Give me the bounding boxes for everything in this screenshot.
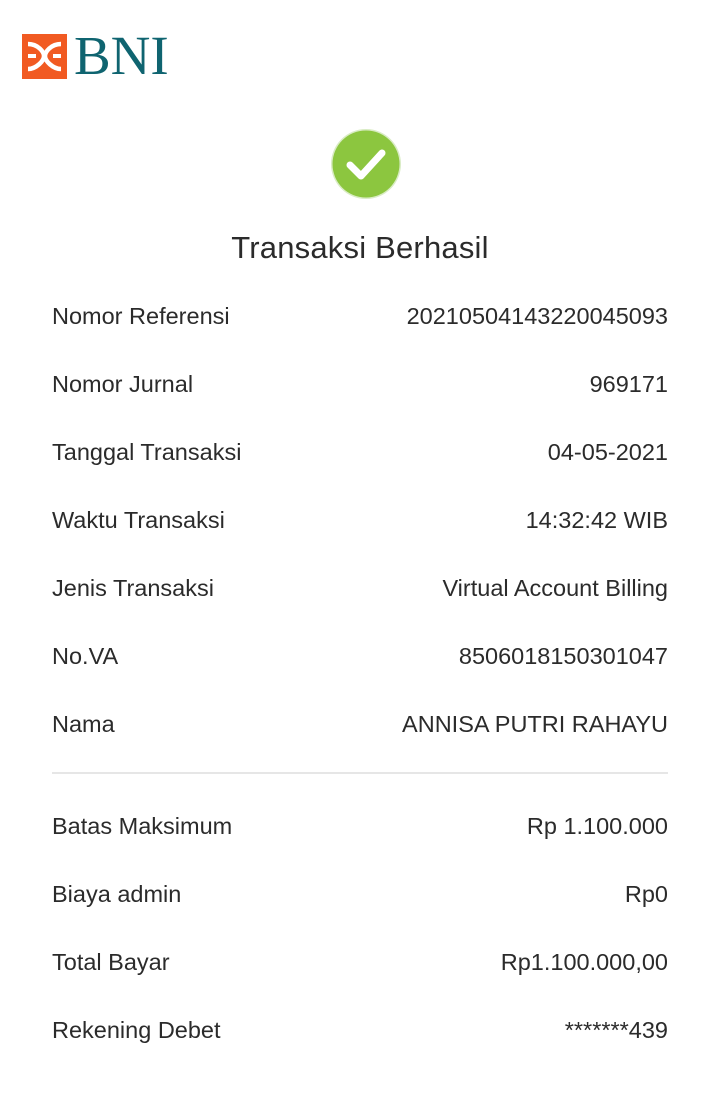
detail-row-journal-number: Nomor Jurnal 969171 <box>52 364 668 404</box>
payment-value: Rp 1.100.000 <box>526 812 668 839</box>
detail-value: Virtual Account Billing <box>442 574 668 601</box>
detail-label: Nama <box>52 710 115 737</box>
detail-value: 20210504143220045093 <box>406 302 668 329</box>
detail-value: 969171 <box>589 370 668 397</box>
payment-label: Rekening Debet <box>52 1016 221 1043</box>
section-divider <box>52 772 668 774</box>
detail-row-reference-number: Nomor Referensi 20210504143220045093 <box>52 296 668 336</box>
detail-label: Nomor Referensi <box>52 302 230 329</box>
check-circle-icon <box>331 129 401 199</box>
detail-row-transaction-type: Jenis Transaksi Virtual Account Billing <box>52 568 668 608</box>
page-title: Transaksi Berhasil <box>231 230 489 265</box>
detail-row-name: Nama ANNISA PUTRI RAHAYU <box>52 704 668 744</box>
payment-row-admin-fee: Biaya admin Rp0 <box>52 874 668 914</box>
payment-row-max-limit: Batas Maksimum Rp 1.100.000 <box>52 806 668 846</box>
payment-value: Rp0 <box>624 880 668 907</box>
payment-label: Total Bayar <box>52 948 170 975</box>
detail-row-va-number: No.VA 8506018150301047 <box>52 636 668 676</box>
detail-label: Waktu Transaksi <box>52 506 225 533</box>
detail-label: Nomor Jurnal <box>52 370 194 397</box>
payment-label: Biaya admin <box>52 880 182 907</box>
bni-logo: BNI <box>22 25 169 86</box>
bni-logo-mark-icon <box>22 33 67 79</box>
detail-row-transaction-time: Waktu Transaksi 14:32:42 WIB <box>52 500 668 540</box>
detail-value: 8506018150301047 <box>458 642 668 669</box>
detail-value: 14:32:42 WIB <box>525 506 668 533</box>
payment-row-total: Total Bayar Rp1.100.000,00 <box>52 942 668 982</box>
detail-value: 04-05-2021 <box>547 438 668 465</box>
bni-logo-text: BNI <box>74 25 169 86</box>
detail-label: No.VA <box>52 642 119 669</box>
detail-label: Tanggal Transaksi <box>52 438 242 465</box>
detail-label: Jenis Transaksi <box>52 574 214 601</box>
detail-value: ANNISA PUTRI RAHAYU <box>402 710 668 737</box>
payment-row-debit-account: Rekening Debet *******439 <box>52 1010 668 1050</box>
payment-value: *******439 <box>564 1016 668 1043</box>
detail-row-transaction-date: Tanggal Transaksi 04-05-2021 <box>52 432 668 472</box>
payment-value: Rp1.100.000,00 <box>500 948 668 975</box>
payment-label: Batas Maksimum <box>52 812 233 839</box>
